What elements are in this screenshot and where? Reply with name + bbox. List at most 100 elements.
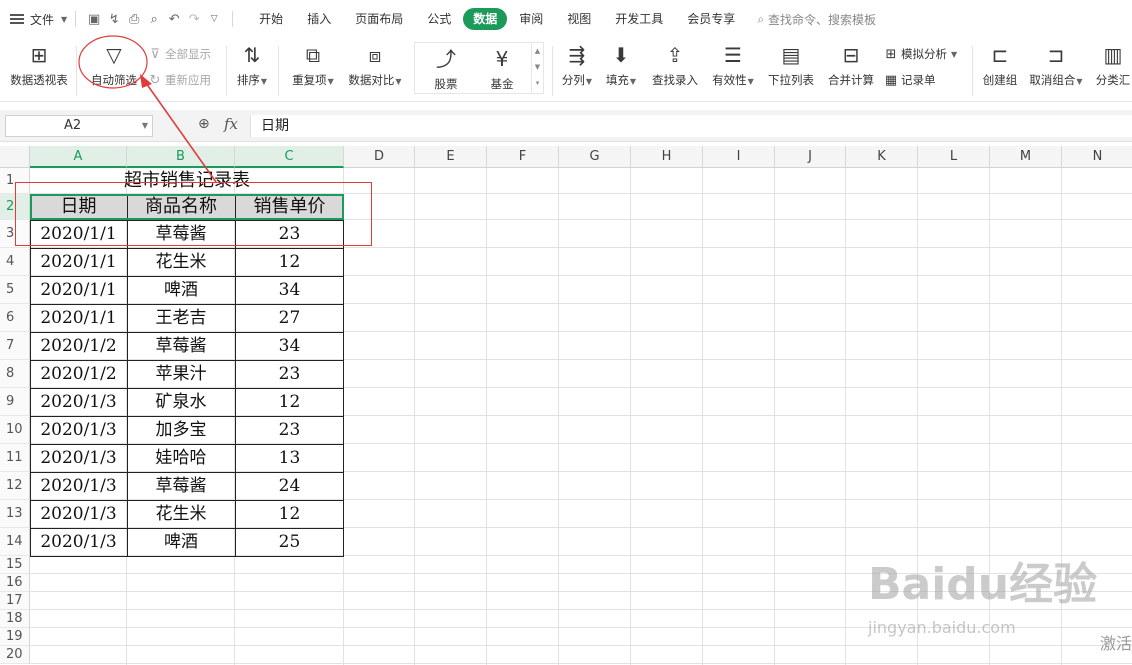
show-all-button[interactable]: ⊽ 全部显示	[148, 46, 211, 62]
consolidate-icon: ⊟	[842, 43, 860, 67]
data-compare-button[interactable]: ⧈ 数据对比▼	[344, 42, 406, 88]
column-header-e[interactable]: E	[415, 146, 487, 168]
row-header-4[interactable]: 4	[0, 248, 30, 276]
tab-2[interactable]: 页面布局	[343, 8, 415, 30]
tab-1[interactable]: 插入	[295, 8, 343, 30]
tab-4[interactable]: 数据	[463, 8, 508, 30]
gallery-scroll[interactable]: ▲ ▼ ▾	[531, 43, 543, 93]
fund-button[interactable]: ¥ 基金	[477, 46, 527, 92]
row-header-16[interactable]: 16	[0, 574, 30, 592]
formula-input[interactable]: 日期	[250, 115, 1132, 137]
row-header-11[interactable]: 11	[0, 444, 30, 472]
table-border	[30, 472, 344, 501]
table-border	[30, 388, 344, 417]
sort-button[interactable]: ⇅ 排序▼	[232, 42, 272, 88]
name-box[interactable]: A2 ▼	[5, 115, 153, 137]
watermark-url: jingyan.baidu.com	[868, 618, 1016, 637]
row-header-15[interactable]: 15	[0, 556, 30, 574]
dropdown-list-label: 下拉列表	[768, 73, 814, 87]
dropdown-list-button[interactable]: ▤ 下拉列表	[764, 42, 818, 88]
row-header-18[interactable]: 18	[0, 610, 30, 628]
column-header-m[interactable]: M	[990, 146, 1062, 168]
row-header-19[interactable]: 19	[0, 628, 30, 646]
tab-8[interactable]: 会员专享	[675, 8, 747, 30]
what-if-button[interactable]: ⊞ 模拟分析 ▼	[884, 46, 958, 62]
row-header-14[interactable]: 14	[0, 528, 30, 556]
column-header-l[interactable]: L	[918, 146, 990, 168]
row-header-6[interactable]: 6	[0, 304, 30, 332]
split-column-button[interactable]: ⇶ 分列▼	[558, 42, 596, 88]
undo-icon[interactable]: ↶	[164, 9, 184, 29]
row-header-13[interactable]: 13	[0, 500, 30, 528]
export-icon[interactable]: ↯	[104, 9, 124, 29]
column-header-n[interactable]: N	[1062, 146, 1132, 168]
tab-0[interactable]: 开始	[247, 8, 295, 30]
command-search[interactable]: ⌕ 查找命令、搜索模板	[757, 11, 876, 28]
row-header-8[interactable]: 8	[0, 360, 30, 388]
stock-chart-icon: ⤴	[436, 47, 456, 71]
column-header-h[interactable]: H	[631, 146, 703, 168]
column-header-d[interactable]: D	[344, 146, 415, 168]
chevron-down-icon: ▼	[951, 49, 958, 59]
hamburger-icon	[10, 14, 24, 24]
print-preview-icon[interactable]: ⌕	[144, 9, 164, 29]
menu-bar: 文件 ▼ ▣ ↯ ⎙ ⌕ ↶ ↷ ▽ 开始 插入 页面布局 公式 数据 审阅 视图 开发工具会…	[0, 0, 1132, 38]
row-header-10[interactable]: 10	[0, 416, 30, 444]
row-header-5[interactable]: 5	[0, 276, 30, 304]
tab-3[interactable]: 公式	[415, 8, 463, 30]
save-icon[interactable]: ▣	[84, 9, 104, 29]
column-header-b[interactable]: B	[127, 146, 235, 168]
sort-icon: ⇅	[243, 43, 261, 67]
table-border	[30, 444, 344, 473]
zoom-icon[interactable]: ⊕	[198, 116, 210, 132]
customize-icon[interactable]: ▽	[204, 9, 224, 29]
row-header-12[interactable]: 12	[0, 472, 30, 500]
stock-button[interactable]: ⤴ 股票	[421, 46, 471, 92]
reapply-button[interactable]: ↻ 重新应用	[148, 72, 211, 88]
autofilter-button[interactable]: ▽ 自动筛选	[86, 42, 142, 88]
tab-7[interactable]: 开发工具	[603, 8, 675, 30]
data-type-gallery: ⤴ 股票 ¥ 基金 ▲ ▼ ▾	[414, 42, 544, 94]
lookup-entry-button[interactable]: ⇪ 查找录入	[648, 42, 702, 88]
row-header-7[interactable]: 7	[0, 332, 30, 360]
select-all-corner[interactable]	[0, 146, 30, 168]
duplicates-button[interactable]: ⧉ 重复项▼	[288, 42, 338, 88]
pivot-table-label: 数据透视表	[10, 73, 68, 87]
record-form-button[interactable]: ▦ 记录单	[884, 72, 936, 88]
watermark-brand: Baidu经验	[868, 559, 1098, 610]
row-header-20[interactable]: 20	[0, 646, 30, 664]
ungroup-button[interactable]: ⊐ 取消组合▼	[1026, 42, 1086, 88]
validity-button[interactable]: ☰ 有效性▼	[708, 42, 758, 88]
tab-5[interactable]: 审阅	[507, 8, 555, 30]
chevron-down-icon: ▼	[61, 14, 68, 24]
chevron-down-icon: ▼	[141, 121, 148, 130]
redo-icon[interactable]: ↷	[184, 9, 204, 29]
subtotal-label: 分类汇	[1095, 73, 1131, 87]
column-header-i[interactable]: I	[703, 146, 775, 168]
function-icon[interactable]: fx	[224, 115, 238, 133]
consolidate-button[interactable]: ⊟ 合并计算	[824, 42, 878, 88]
table-border	[30, 528, 344, 557]
row-header-9[interactable]: 9	[0, 388, 30, 416]
column-header-a[interactable]: A	[30, 146, 127, 168]
pivot-table-button[interactable]: ⊞ 数据透视表	[8, 42, 70, 88]
column-header-j[interactable]: J	[775, 146, 846, 168]
divider	[552, 46, 553, 96]
tab-6[interactable]: 视图	[555, 8, 603, 30]
create-group-button[interactable]: ⊏ 创建组	[978, 42, 1022, 88]
file-menu[interactable]: 文件 ▼	[0, 11, 67, 28]
search-placeholder: 查找命令、搜索模板	[768, 12, 877, 27]
fill-button[interactable]: ⬇ 填充▼	[602, 42, 640, 88]
divider	[226, 46, 227, 96]
file-menu-label: 文件	[30, 12, 55, 27]
column-header-k[interactable]: K	[846, 146, 918, 168]
print-icon[interactable]: ⎙	[124, 9, 144, 29]
table-border	[235, 194, 236, 556]
column-header-f[interactable]: F	[487, 146, 559, 168]
column-header-g[interactable]: G	[559, 146, 631, 168]
row-header-17[interactable]: 17	[0, 592, 30, 610]
subtotal-button[interactable]: ▥ 分类汇	[1094, 42, 1132, 88]
column-header-c[interactable]: C	[235, 146, 344, 168]
refresh-icon: ↻	[149, 72, 161, 88]
divider	[75, 11, 77, 27]
